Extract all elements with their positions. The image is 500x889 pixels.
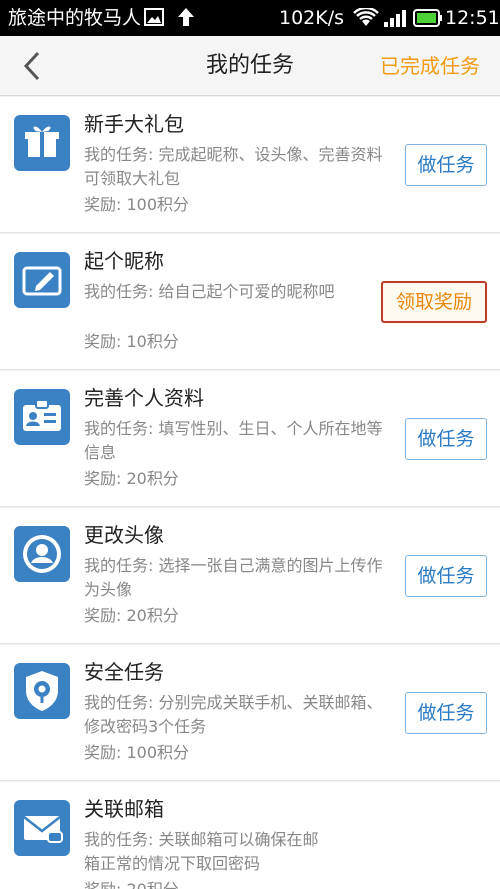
gift-icon bbox=[14, 115, 70, 171]
wifi-icon bbox=[353, 6, 379, 34]
task-title: 关联邮箱 bbox=[84, 797, 164, 821]
task-title: 安全任务 bbox=[84, 660, 164, 684]
back-button[interactable] bbox=[12, 44, 52, 88]
upload-arrow-icon bbox=[176, 7, 196, 33]
task-item-gift-pack: 新手大礼包 我的任务: 完成起昵称、设头像、完善资料可领取大礼包 奖励: 100… bbox=[0, 97, 500, 233]
task-reward: 奖励: 20积分 bbox=[84, 606, 179, 625]
task-title: 新手大礼包 bbox=[84, 112, 184, 136]
task-item-security: 安全任务 我的任务: 分别完成关联手机、关联邮箱、修改密码3个任务 奖励: 10… bbox=[0, 645, 500, 781]
status-app-name: 旅途中的牧马人 bbox=[8, 7, 142, 29]
image-icon bbox=[144, 8, 164, 32]
task-reward: 奖励: 20积分 bbox=[84, 878, 179, 889]
avatar-icon bbox=[14, 526, 70, 582]
task-description: 我的任务: 分别完成关联手机、关联邮箱、修改密码3个任务 bbox=[84, 693, 383, 736]
completed-tasks-link[interactable]: 已完成任务 bbox=[380, 36, 480, 96]
task-reward: 奖励: 100积分 bbox=[84, 743, 190, 762]
page-title: 我的任务 bbox=[205, 53, 294, 78]
task-description: 我的任务: 关联邮箱可以确保在邮箱正常的情况下取回密码 bbox=[84, 830, 319, 873]
status-bar: 旅途中的牧马人 102K/s 12:51 bbox=[0, 0, 500, 36]
task-title: 完善个人资料 bbox=[84, 386, 204, 410]
task-description: 我的任务: 填写性别、生日、个人所在地等信息 bbox=[84, 419, 383, 462]
task-item-email: 关联邮箱 我的任务: 关联邮箱可以确保在邮箱正常的情况下取回密码 奖励: 20积… bbox=[0, 782, 500, 889]
task-item-avatar: 更改头像 我的任务: 选择一张自己满意的图片上传作为头像 奖励: 20积分 做任… bbox=[0, 508, 500, 644]
do-task-button[interactable]: 做任务 bbox=[405, 555, 487, 597]
task-item-profile: 完善个人资料 我的任务: 填写性别、生日、个人所在地等信息 奖励: 20积分 做… bbox=[0, 371, 500, 507]
task-item-nickname: 起个昵称 我的任务: 给自己起个可爱的昵称吧 奖励: 10积分 领取奖励 bbox=[0, 234, 500, 370]
task-description: 我的任务: 选择一张自己满意的图片上传作为头像 bbox=[84, 556, 383, 599]
network-speed: 102K/s bbox=[279, 7, 345, 29]
task-reward: 奖励: 20积分 bbox=[84, 469, 179, 488]
do-task-button[interactable]: 做任务 bbox=[405, 418, 487, 460]
status-time: 12:51 bbox=[445, 7, 500, 29]
edit-icon bbox=[14, 252, 70, 308]
do-task-button[interactable]: 做任务 bbox=[405, 692, 487, 734]
chevron-left-icon bbox=[23, 51, 40, 81]
shield-icon bbox=[14, 663, 70, 719]
task-description: 我的任务: 给自己起个可爱的昵称吧 bbox=[84, 282, 335, 301]
do-task-button[interactable]: 做任务 bbox=[405, 144, 487, 186]
claim-reward-button[interactable]: 领取奖励 bbox=[381, 281, 487, 323]
task-description: 我的任务: 完成起昵称、设头像、完善资料可领取大礼包 bbox=[84, 145, 383, 188]
task-reward: 奖励: 10积分 bbox=[84, 332, 179, 351]
signal-icon bbox=[383, 8, 407, 34]
task-reward: 奖励: 100积分 bbox=[84, 195, 190, 214]
task-title: 起个昵称 bbox=[84, 249, 164, 273]
id-card-icon bbox=[14, 389, 70, 445]
mail-icon bbox=[14, 800, 70, 856]
nav-bar: 我的任务 已完成任务 bbox=[0, 36, 500, 96]
battery-icon bbox=[413, 9, 443, 33]
task-title: 更改头像 bbox=[84, 523, 164, 547]
